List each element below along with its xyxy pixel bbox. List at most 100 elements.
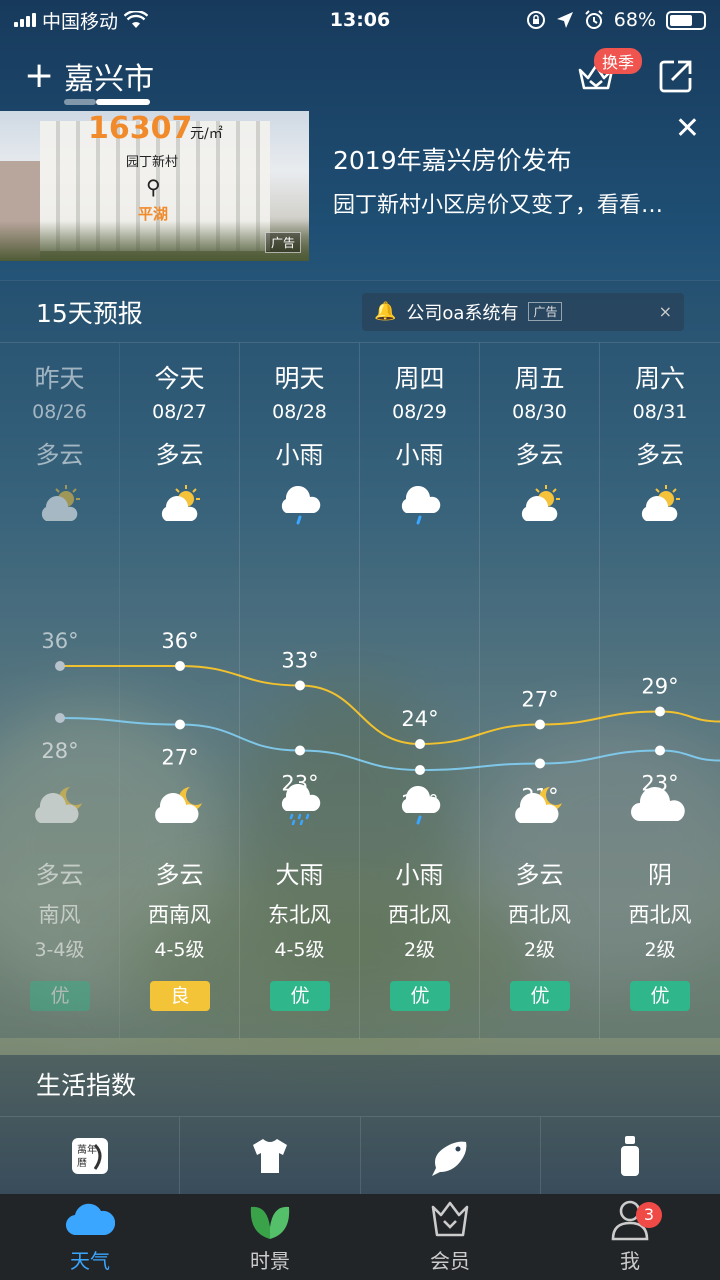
day-name: 周四 [394, 364, 445, 393]
wind-level: 2级 [403, 939, 436, 961]
share-icon [659, 60, 692, 93]
forecast-day[interactable]: 周六 08/31 多云 阴 西北风 2级 优 [600, 343, 720, 1039]
wind-level: 2级 [523, 939, 556, 961]
night-condition: 多云 [515, 861, 564, 889]
overcast-icon [630, 781, 690, 829]
life-item-fishing[interactable] [361, 1117, 541, 1195]
wind-level: 4-5级 [274, 939, 325, 961]
partly-cloudy-night-icon [30, 781, 90, 829]
battery-icon [666, 10, 706, 30]
partly-cloudy-night-icon [510, 781, 570, 829]
life-item-clothing[interactable] [180, 1117, 361, 1195]
location-pin-icon: ⚲ [146, 175, 161, 199]
membership-button[interactable]: 换季 [576, 48, 643, 96]
day-condition: 小雨 [275, 441, 324, 469]
day-date: 08/28 [272, 401, 327, 423]
page-indicator [64, 99, 150, 105]
ad-price: 16307 [88, 111, 193, 146]
wind-direction: 南风 [38, 903, 81, 927]
day-condition: 小雨 [395, 441, 444, 469]
day-name: 昨天 [34, 364, 85, 393]
rotation-lock-icon [526, 11, 545, 29]
tab-bar: 天气 时景 会员 我 3 [0, 1194, 720, 1280]
aqi-badge[interactable]: 良 [150, 981, 210, 1011]
day-name: 今天 [154, 364, 205, 393]
day-condition: 多云 [636, 441, 684, 469]
partly-cloudy-day-icon [636, 481, 684, 529]
city-selector[interactable]: + 嘉兴市 [24, 54, 154, 98]
tab-membership[interactable]: 会员 [360, 1194, 540, 1280]
heavy-rain-icon [270, 781, 330, 829]
ad-image[interactable]: 16307 元/㎡ 园丁新村 ⚲ 平湖 广告 [0, 111, 309, 261]
season-badge: 换季 [594, 48, 643, 74]
life-index: 生活指数 萬年曆 [0, 1055, 720, 1195]
forecast-days[interactable]: 36°36°33°24°27°29°28°27°23°20°21°23° 昨天 … [0, 343, 720, 1039]
tab-label: 我 [620, 1249, 640, 1273]
day-name: 周六 [634, 364, 685, 393]
page-dot-active [96, 99, 150, 105]
day-name: 周五 [514, 364, 565, 393]
aqi-badge[interactable]: 优 [270, 981, 330, 1011]
wind-level: 2级 [644, 939, 676, 961]
city-name: 嘉兴市 [64, 62, 155, 97]
battery-fill [670, 14, 692, 26]
svg-text:萬年: 萬年 [77, 1143, 97, 1156]
day-date: 08/27 [152, 401, 207, 423]
close-icon[interactable]: ✕ [675, 111, 700, 146]
close-icon[interactable]: × [659, 302, 672, 321]
life-index-title: 生活指数 [0, 1055, 720, 1117]
battery-percent: 68% [613, 9, 656, 31]
alarm-icon [585, 10, 603, 29]
ad-subtitle[interactable]: 园丁新村小区房价又变了，看看… [333, 187, 705, 219]
day-date: 08/31 [632, 401, 688, 423]
tab-label: 天气 [70, 1249, 110, 1273]
forecast-ad-tag: 广告 [528, 302, 563, 321]
clock: 13:06 [329, 9, 391, 31]
wind-direction: 西北风 [508, 903, 571, 927]
wind-direction: 西北风 [388, 903, 451, 927]
almanac-icon: 萬年曆 [71, 1138, 108, 1174]
crown-basket-icon [431, 1201, 469, 1237]
forecast-title: 15天预报 [36, 298, 143, 328]
bell-icon: 🔔 [374, 301, 397, 322]
ad-district: 平湖 [138, 205, 169, 223]
tab-label: 会员 [430, 1249, 470, 1273]
life-item-sunscreen[interactable] [541, 1117, 720, 1195]
forecast-ad[interactable]: 🔔 公司oa系统有 广告 × [362, 292, 684, 331]
ad-banner[interactable]: 16307 元/㎡ 园丁新村 ⚲ 平湖 广告 2019年嘉兴房价发布 园丁新村小… [0, 111, 720, 261]
light-rain-icon [396, 481, 444, 529]
partly-cloudy-day-icon [36, 481, 84, 529]
day-condition: 多云 [155, 441, 204, 469]
forecast-day[interactable]: 今天 08/27 多云 多云 西南风 4-5级 良 [120, 343, 240, 1039]
forecast-day[interactable]: 周四 08/29 小雨 小雨 西北风 2级 优 [360, 343, 480, 1039]
page-dot [64, 99, 96, 105]
wind-direction: 西北风 [628, 903, 692, 927]
tab-label: 时景 [250, 1249, 290, 1273]
tab-me[interactable]: 我 3 [540, 1194, 720, 1280]
fishing-icon [432, 1141, 467, 1176]
night-condition: 阴 [648, 861, 672, 889]
ad-title[interactable]: 2019年嘉兴房价发布 [333, 141, 720, 177]
aqi-badge[interactable]: 优 [510, 981, 570, 1011]
tab-scenery[interactable]: 时景 [180, 1194, 360, 1280]
wifi-icon [124, 11, 149, 28]
aqi-badge[interactable]: 优 [30, 981, 90, 1011]
tab-weather[interactable]: 天气 [0, 1194, 180, 1280]
ad-community: 园丁新村 [126, 155, 179, 170]
life-item-almanac[interactable]: 萬年曆 [0, 1117, 181, 1195]
wind-direction: 西南风 [148, 903, 211, 927]
partly-cloudy-night-icon [150, 781, 210, 829]
aqi-badge[interactable]: 优 [630, 981, 690, 1011]
forecast-day[interactable]: 明天 08/28 小雨 大雨 东北风 4-5级 优 [240, 343, 360, 1039]
add-city-icon[interactable]: + [24, 58, 54, 94]
location-arrow-icon [556, 12, 573, 28]
partly-cloudy-day-icon [156, 481, 204, 529]
forecast-day[interactable]: 周五 08/30 多云 多云 西北风 2级 优 [480, 343, 600, 1039]
carrier-label: 中国移动 [42, 10, 119, 33]
forecast-day[interactable]: 昨天 08/26 多云 多云 南风 3-4级 优 [0, 343, 120, 1039]
aqi-badge[interactable]: 优 [390, 981, 450, 1011]
leaf-icon [250, 1206, 290, 1239]
cloud-icon [66, 1203, 115, 1236]
share-button[interactable] [656, 56, 696, 96]
signal-icon [14, 13, 36, 27]
